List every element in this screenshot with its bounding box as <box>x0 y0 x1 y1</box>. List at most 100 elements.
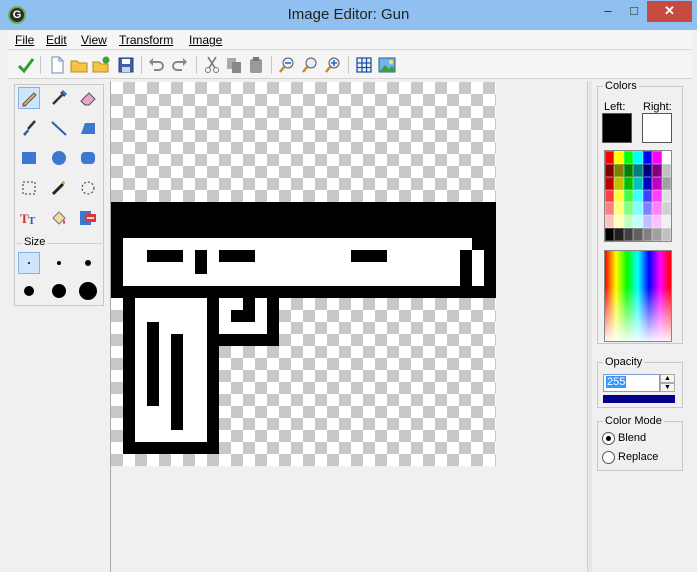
palette-swatch[interactable] <box>605 215 615 229</box>
magic-wand-tool[interactable] <box>48 177 70 199</box>
palette-swatch[interactable] <box>652 151 662 164</box>
palette-swatch[interactable] <box>633 151 643 164</box>
paste-icon[interactable] <box>247 56 265 74</box>
palette-swatch[interactable] <box>605 202 615 216</box>
color-spectrum-picker[interactable] <box>604 250 672 342</box>
rectangle-select-tool[interactable] <box>18 177 40 199</box>
menu-edit[interactable]: Edit <box>46 33 67 47</box>
palette-swatch[interactable] <box>633 202 643 216</box>
menu-transform[interactable]: Transform <box>119 33 173 47</box>
pencil-tool[interactable] <box>18 87 40 109</box>
opacity-decrement-button[interactable]: ▼ <box>660 383 675 392</box>
menu-view[interactable]: View <box>81 33 107 47</box>
palette-swatch[interactable] <box>605 189 615 203</box>
add-folder-icon[interactable] <box>92 56 110 74</box>
opacity-slider[interactable] <box>603 395 675 403</box>
palette-swatch[interactable] <box>605 176 615 190</box>
palette-swatch[interactable] <box>614 151 624 164</box>
replace-label[interactable]: Replace <box>618 451 658 463</box>
rectangle-tool[interactable] <box>18 147 40 169</box>
image-properties-icon[interactable] <box>378 56 396 74</box>
menu-file[interactable]: File <box>15 33 34 47</box>
palette-swatch[interactable] <box>642 215 653 229</box>
palette-swatch[interactable] <box>652 163 662 177</box>
minimize-button[interactable]: – <box>595 1 621 22</box>
panel-splitter[interactable] <box>587 81 592 572</box>
palette-swatch[interactable] <box>642 163 653 177</box>
palette-swatch[interactable] <box>633 228 643 241</box>
palette-swatch[interactable] <box>614 215 624 229</box>
ellipse-select-tool[interactable] <box>77 177 99 199</box>
palette-swatch[interactable] <box>661 176 671 190</box>
palette-swatch[interactable] <box>633 189 643 203</box>
palette-swatch[interactable] <box>623 228 634 241</box>
palette-swatch[interactable] <box>661 215 671 229</box>
redo-icon[interactable] <box>171 56 189 74</box>
palette-swatch[interactable] <box>605 163 615 177</box>
zoom-reset-icon[interactable] <box>301 56 319 74</box>
palette-swatch[interactable] <box>623 163 634 177</box>
new-file-icon[interactable] <box>48 56 66 74</box>
line-tool[interactable] <box>48 117 70 139</box>
drawing-canvas[interactable] <box>111 82 496 466</box>
palette-swatch[interactable] <box>661 202 671 216</box>
menu-image[interactable]: Image <box>189 33 222 47</box>
open-folder-icon[interactable] <box>70 56 88 74</box>
zoom-out-icon[interactable] <box>278 56 296 74</box>
polygon-tool[interactable] <box>77 117 99 139</box>
size-option-3[interactable] <box>77 252 99 274</box>
left-color-swatch[interactable] <box>602 113 632 143</box>
palette-swatch[interactable] <box>623 189 634 203</box>
eyedropper-tool[interactable] <box>48 87 70 109</box>
palette-swatch[interactable] <box>623 176 634 190</box>
palette-swatch[interactable] <box>652 189 662 203</box>
opacity-increment-button[interactable]: ▲ <box>660 374 675 383</box>
color-palette[interactable] <box>604 150 672 242</box>
rounded-rectangle-tool[interactable] <box>77 147 99 169</box>
zoom-in-icon[interactable] <box>324 56 342 74</box>
palette-swatch[interactable] <box>652 176 662 190</box>
size-option-1[interactable] <box>18 252 40 274</box>
palette-swatch[interactable] <box>661 189 671 203</box>
close-button[interactable]: ✕ <box>647 1 692 22</box>
size-option-4[interactable] <box>18 280 40 302</box>
palette-swatch[interactable] <box>605 228 615 241</box>
palette-swatch[interactable] <box>633 176 643 190</box>
palette-swatch[interactable] <box>614 163 624 177</box>
palette-swatch[interactable] <box>652 228 662 241</box>
copy-icon[interactable] <box>225 56 243 74</box>
palette-swatch[interactable] <box>642 189 653 203</box>
palette-swatch[interactable] <box>661 228 671 241</box>
paint-brush-tool[interactable] <box>18 117 40 139</box>
palette-swatch[interactable] <box>633 163 643 177</box>
size-option-2[interactable] <box>48 252 70 274</box>
replace-color-tool[interactable] <box>77 207 99 229</box>
fill-bucket-tool[interactable] <box>48 207 70 229</box>
palette-swatch[interactable] <box>614 202 624 216</box>
replace-radio[interactable] <box>602 451 615 464</box>
cut-icon[interactable] <box>203 56 221 74</box>
palette-swatch[interactable] <box>614 228 624 241</box>
palette-swatch[interactable] <box>642 151 653 164</box>
palette-swatch[interactable] <box>623 151 634 164</box>
palette-swatch[interactable] <box>623 215 634 229</box>
palette-swatch[interactable] <box>623 202 634 216</box>
palette-swatch[interactable] <box>614 176 624 190</box>
palette-swatch[interactable] <box>642 202 653 216</box>
undo-icon[interactable] <box>147 56 165 74</box>
palette-swatch[interactable] <box>642 176 653 190</box>
palette-swatch[interactable] <box>633 215 643 229</box>
checkmark-icon[interactable] <box>17 56 35 74</box>
size-option-6[interactable] <box>77 280 99 302</box>
blend-radio[interactable] <box>602 432 615 445</box>
eraser-tool[interactable] <box>77 87 99 109</box>
palette-swatch[interactable] <box>661 163 671 177</box>
text-tool[interactable]: TT <box>18 207 40 229</box>
save-icon[interactable] <box>117 56 135 74</box>
maximize-button[interactable]: □ <box>621 1 647 22</box>
palette-swatch[interactable] <box>614 189 624 203</box>
palette-swatch[interactable] <box>652 215 662 229</box>
palette-swatch[interactable] <box>652 202 662 216</box>
size-option-5[interactable] <box>48 280 70 302</box>
blend-label[interactable]: Blend <box>618 432 646 444</box>
